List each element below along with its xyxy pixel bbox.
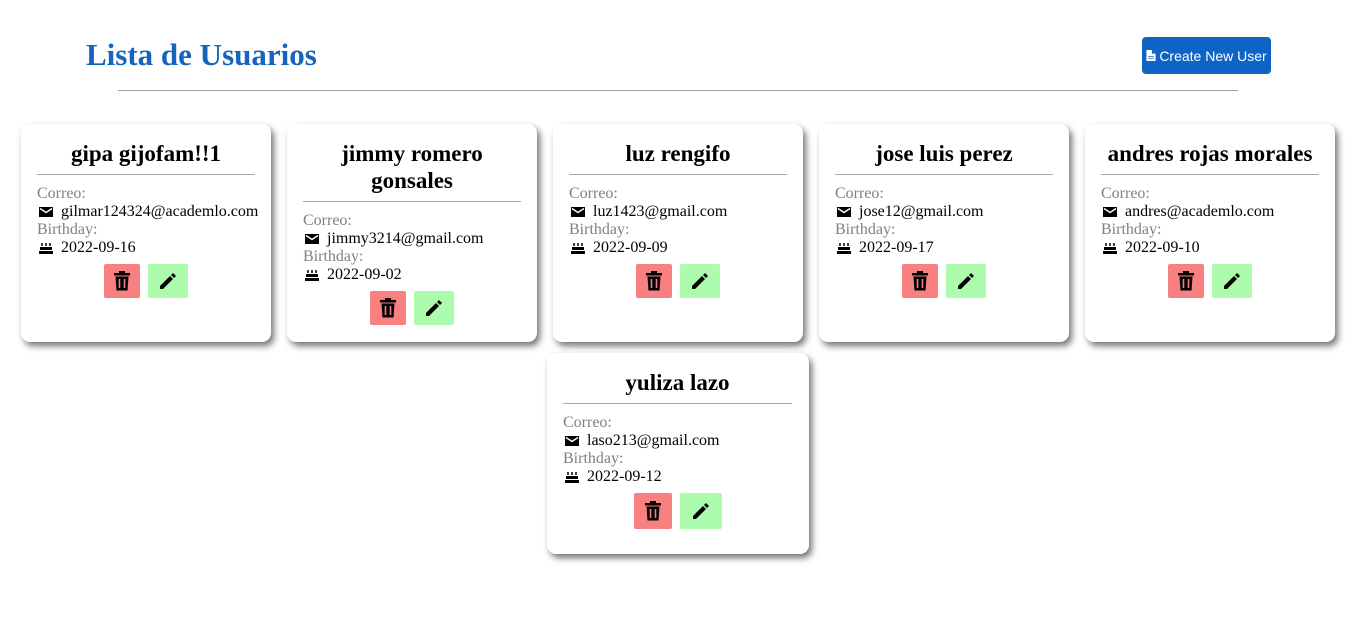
- page-title: Lista de Usuarios: [86, 37, 317, 72]
- user-name: jimmy romero gonsales: [303, 140, 521, 202]
- user-email: jose12@gmail.com: [859, 203, 984, 220]
- user-email: gilmar124324@academlo.com: [61, 203, 259, 220]
- user-email: andres@academlo.com: [1125, 203, 1275, 220]
- delete-user-button[interactable]: [902, 264, 938, 298]
- pencil-icon: [1222, 271, 1242, 291]
- envelope-icon: [305, 232, 319, 246]
- user-card: jimmy romero gonsales Correo: jimmy3214@…: [287, 124, 537, 342]
- edit-user-button[interactable]: [1212, 264, 1252, 298]
- envelope-icon: [565, 434, 579, 448]
- user-card: andres rojas morales Correo: andres@acad…: [1085, 124, 1335, 342]
- user-email: luz1423@gmail.com: [593, 203, 728, 220]
- birthday-label: Birthday:: [835, 221, 896, 238]
- trash-icon: [644, 501, 662, 521]
- envelope-icon: [39, 205, 53, 219]
- user-card: luz rengifo Correo: luz1423@gmail.com Bi…: [553, 124, 803, 342]
- birthday-label: Birthday:: [37, 221, 98, 238]
- user-card: jose luis perez Correo: jose12@gmail.com…: [819, 124, 1069, 342]
- pencil-icon: [690, 271, 710, 291]
- trash-icon: [1177, 271, 1195, 291]
- user-birthday: 2022-09-12: [587, 468, 662, 485]
- birthday-label: Birthday:: [303, 248, 364, 265]
- user-name: gipa gijofam!!1: [37, 140, 255, 175]
- create-user-label: Create New User: [1159, 47, 1267, 64]
- pencil-icon: [424, 298, 444, 318]
- email-label: Correo:: [303, 212, 352, 229]
- envelope-icon: [1103, 205, 1117, 219]
- user-birthday: 2022-09-10: [1125, 239, 1200, 256]
- edit-user-button[interactable]: [680, 264, 720, 298]
- user-name: andres rojas morales: [1101, 140, 1319, 175]
- delete-user-button[interactable]: [370, 291, 406, 325]
- delete-user-button[interactable]: [633, 493, 672, 529]
- birthday-label: Birthday:: [569, 221, 630, 238]
- file-icon: [1146, 50, 1156, 61]
- edit-user-button[interactable]: [946, 264, 986, 298]
- envelope-icon: [837, 205, 851, 219]
- pencil-icon: [956, 271, 976, 291]
- cake-icon: [837, 241, 851, 255]
- delete-user-button[interactable]: [636, 264, 672, 298]
- delete-user-button[interactable]: [1168, 264, 1204, 298]
- user-name: yuliza lazo: [563, 369, 792, 404]
- user-birthday: 2022-09-09: [593, 239, 668, 256]
- cake-icon: [565, 470, 579, 484]
- cake-icon: [39, 241, 53, 255]
- birthday-label: Birthday:: [1101, 221, 1162, 238]
- email-label: Correo:: [1101, 185, 1150, 202]
- user-card: gipa gijofam!!1 Correo: gilmar124324@aca…: [21, 124, 271, 342]
- page-header: Lista de Usuarios Create New User: [0, 0, 1359, 100]
- delete-user-button[interactable]: [104, 264, 140, 298]
- user-name: luz rengifo: [569, 140, 787, 175]
- edit-user-button[interactable]: [414, 291, 454, 325]
- header-divider: [118, 90, 1238, 91]
- edit-user-button[interactable]: [148, 264, 188, 298]
- pencil-icon: [158, 271, 178, 291]
- trash-icon: [645, 271, 663, 291]
- trash-icon: [911, 271, 929, 291]
- email-label: Correo:: [563, 414, 612, 431]
- trash-icon: [379, 298, 397, 318]
- trash-icon: [113, 271, 131, 291]
- user-card: yuliza lazo Correo: laso213@gmail.com Bi…: [547, 353, 809, 554]
- email-label: Correo:: [37, 185, 86, 202]
- cake-icon: [305, 268, 319, 282]
- user-email: laso213@gmail.com: [587, 432, 720, 449]
- birthday-label: Birthday:: [563, 450, 624, 467]
- user-birthday: 2022-09-17: [859, 239, 934, 256]
- edit-user-button[interactable]: [679, 493, 722, 529]
- create-user-button[interactable]: Create New User: [1142, 37, 1271, 74]
- email-label: Correo:: [569, 185, 618, 202]
- user-name: jose luis perez: [835, 140, 1053, 175]
- email-label: Correo:: [835, 185, 884, 202]
- user-birthday: 2022-09-02: [327, 266, 402, 283]
- pencil-icon: [691, 501, 711, 521]
- cake-icon: [571, 241, 585, 255]
- cake-icon: [1103, 241, 1117, 255]
- envelope-icon: [571, 205, 585, 219]
- user-birthday: 2022-09-16: [61, 239, 136, 256]
- user-email: jimmy3214@gmail.com: [327, 230, 484, 247]
